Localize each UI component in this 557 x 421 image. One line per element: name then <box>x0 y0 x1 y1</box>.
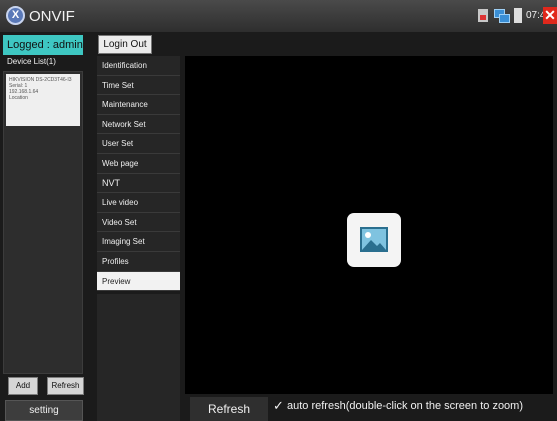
logged-in-status: Logged : admin <box>3 35 83 55</box>
menu-item-identification[interactable]: Identification <box>97 56 180 76</box>
settings-menu: Identification Time Set Maintenance Netw… <box>97 56 180 292</box>
menu-item-preview[interactable]: Preview <box>97 271 180 292</box>
menu-item-live-video[interactable]: Live video <box>97 193 180 213</box>
setting-button[interactable]: setting <box>5 400 83 421</box>
menu-item-maintenance[interactable]: Maintenance <box>97 95 180 115</box>
device-list-title: Device List(1) <box>7 57 56 66</box>
auto-refresh-checkbox[interactable]: ✓ <box>273 399 286 412</box>
menu-item-imaging-set[interactable]: Imaging Set <box>97 232 180 252</box>
menu-background <box>97 294 180 421</box>
menu-item-web-page[interactable]: Web page <box>97 153 180 174</box>
auto-refresh-label: auto refresh(double-click on the screen … <box>287 400 524 412</box>
menu-item-network-set[interactable]: Network Set <box>97 114 180 135</box>
menu-item-video-set[interactable]: Video Set <box>97 212 180 233</box>
menu-section-nvt[interactable]: NVT <box>97 173 180 194</box>
menu-item-user-set[interactable]: User Set <box>97 134 180 154</box>
close-icon[interactable]: ✕ <box>543 7 557 24</box>
refresh-preview-button[interactable]: Refresh <box>190 397 268 421</box>
login-out-button[interactable]: Login Out <box>98 35 152 54</box>
menu-item-profiles[interactable]: Profiles <box>97 251 180 272</box>
add-device-button[interactable]: Add <box>8 377 38 395</box>
onvif-logo-icon: X <box>6 6 25 25</box>
device-location: Location <box>9 95 28 101</box>
image-placeholder-icon <box>347 213 401 267</box>
device-list: HIKVISION DS-2CD3T46-I3 Serial: 1 192.16… <box>3 71 83 374</box>
battery-icon <box>514 8 522 23</box>
menu-item-time-set[interactable]: Time Set <box>97 75 180 96</box>
app-title: ONVIF <box>29 8 75 25</box>
refresh-devices-button[interactable]: Refresh <box>47 377 84 395</box>
device-list-item[interactable]: HIKVISION DS-2CD3T46-I3 Serial: 1 192.16… <box>6 74 80 126</box>
sim-card-icon <box>478 9 488 22</box>
network-icon <box>494 9 510 23</box>
title-bar: X ONVIF 07:49 ✕ <box>0 0 557 32</box>
